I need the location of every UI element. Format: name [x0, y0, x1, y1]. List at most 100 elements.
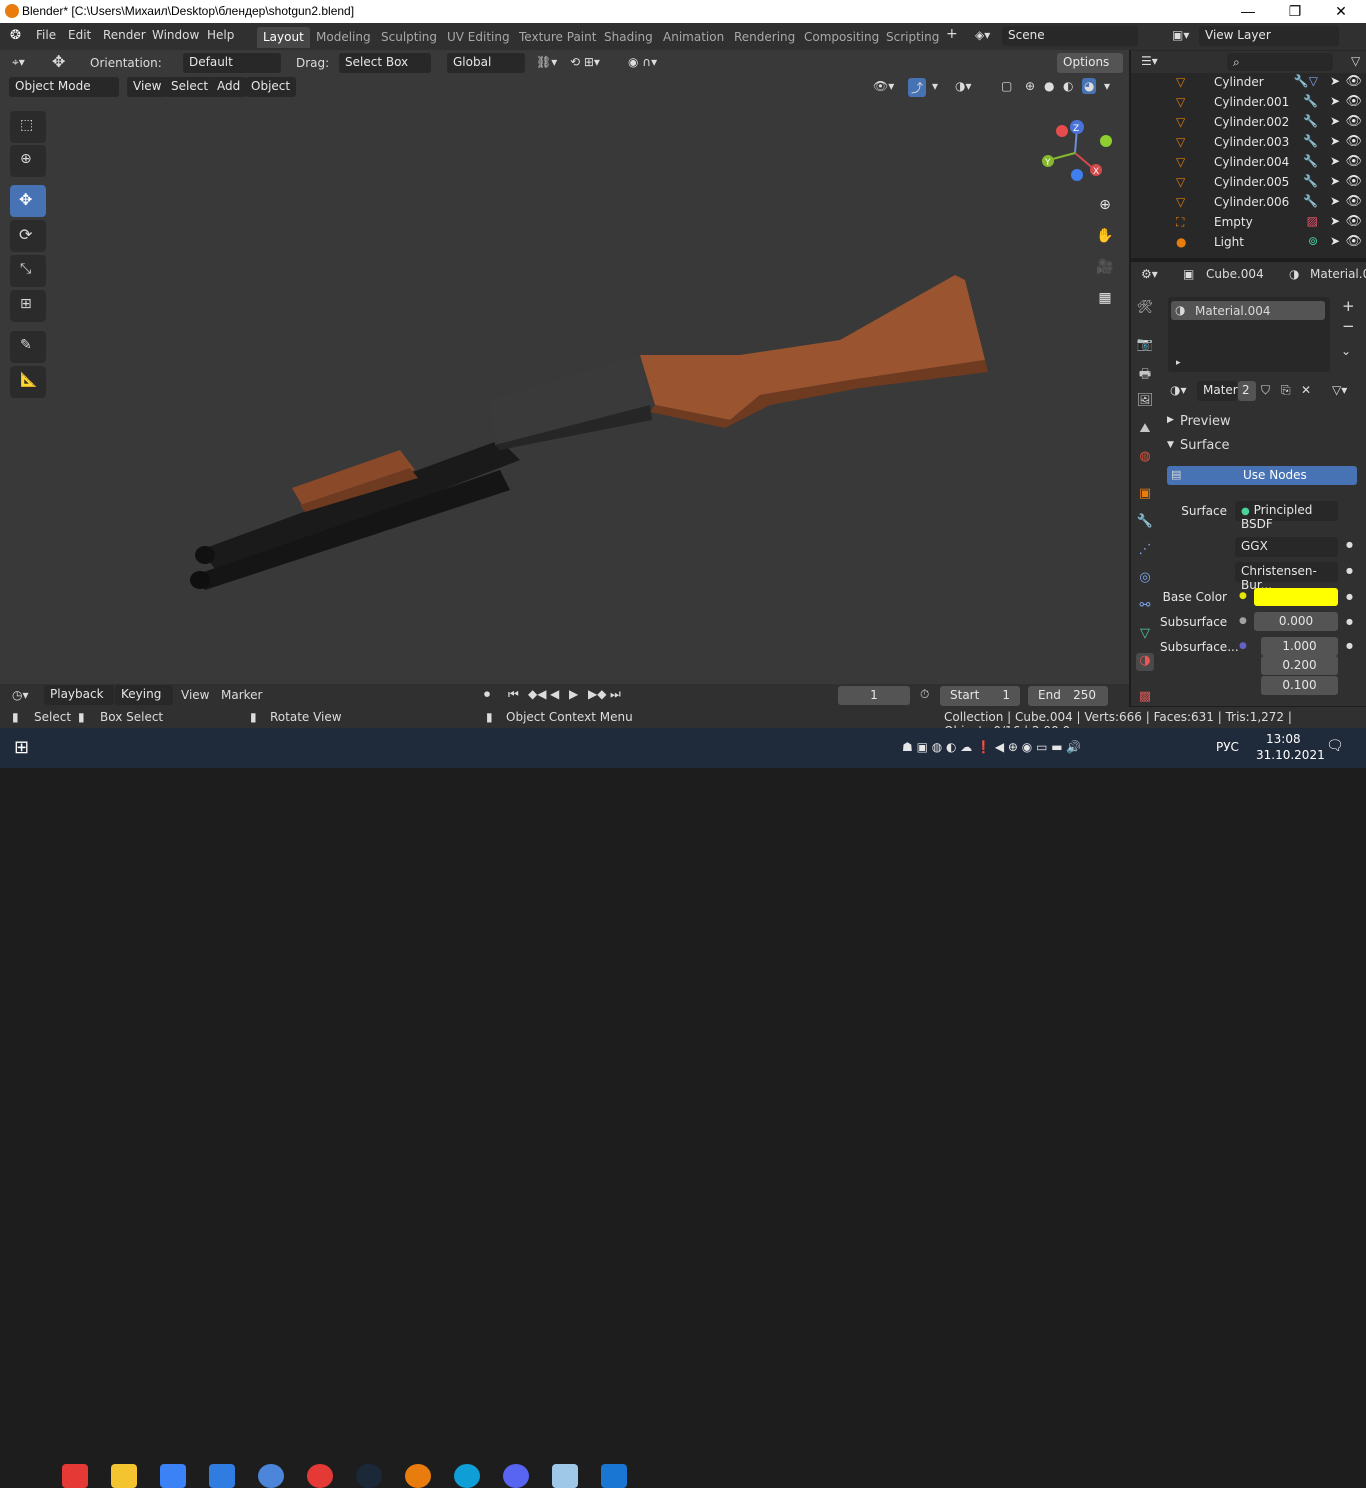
- menu-edit[interactable]: Edit: [68, 28, 91, 42]
- drag-dropdown[interactable]: Select Box: [339, 53, 431, 73]
- qbittorrent-icon[interactable]: [258, 1464, 284, 1488]
- scene-selector[interactable]: Scene: [1002, 26, 1138, 46]
- scene-tab-icon[interactable]: ⛰: [1136, 421, 1154, 439]
- zoom-icon[interactable]: ⊕: [1092, 192, 1118, 218]
- eye-icon[interactable]: 👁: [1345, 194, 1362, 209]
- camera-view-icon[interactable]: 🎥: [1092, 254, 1118, 280]
- link-dropdown-icon[interactable]: ▽▾: [1332, 383, 1347, 397]
- cursor-tool[interactable]: ⊕: [10, 145, 46, 177]
- pivot-icon[interactable]: ⛓▾: [536, 55, 557, 69]
- constraints-tab-icon[interactable]: ⚯: [1136, 598, 1154, 616]
- timer-icon[interactable]: ⏱: [920, 687, 929, 702]
- media-player-icon[interactable]: [307, 1464, 333, 1488]
- solid-shading-icon[interactable]: ●: [1044, 79, 1054, 93]
- outliner-row[interactable]: ▽ Cylinder.003 🔧 ➤ 👁: [1176, 132, 1366, 152]
- jump-end-button[interactable]: ⏭: [610, 687, 621, 702]
- slot-specials-icon[interactable]: ⌄: [1341, 344, 1351, 358]
- system-tray-icons[interactable]: ☗ ▣ ◍ ◐ ☁ ❗ ◀ ⊕ ◉ ▭ ▬ 🔊: [902, 740, 1081, 754]
- outliner-row[interactable]: ▽ Cylinder.002 🔧 ➤ 👁: [1176, 112, 1366, 132]
- blender-menu-icon[interactable]: ❂: [10, 28, 21, 43]
- next-keyframe-button[interactable]: ▶◆: [588, 687, 606, 701]
- playback-menu[interactable]: Playback: [44, 685, 114, 705]
- timeline-view-menu[interactable]: View: [181, 688, 209, 702]
- outliner-row[interactable]: ▽ Cylinder.004 🔧 ➤ 👁: [1176, 152, 1366, 172]
- measure-tool[interactable]: 📐: [10, 366, 46, 398]
- keyframe-dot-icon[interactable]: ●: [1346, 540, 1353, 549]
- surface-panel-header[interactable]: Surface: [1180, 438, 1230, 453]
- eye-icon[interactable]: 👁: [1345, 154, 1362, 169]
- fake-user-icon[interactable]: ⛉: [1261, 383, 1270, 398]
- gizmo-toggle-icon[interactable]: ⤴: [908, 78, 927, 97]
- rendered-shading-icon[interactable]: ◕: [1082, 78, 1097, 94]
- use-nodes-button[interactable]: ▤ Use Nodes: [1167, 466, 1357, 485]
- discord-icon[interactable]: [503, 1464, 529, 1488]
- current-frame-field[interactable]: 1: [838, 686, 910, 705]
- record-button[interactable]: ⏺: [484, 687, 490, 702]
- select-arrow-icon[interactable]: ➤: [1330, 194, 1340, 208]
- menu-view[interactable]: View: [127, 77, 168, 97]
- keyframe-dot-icon[interactable]: ●: [1346, 617, 1353, 626]
- modifier-tab-icon[interactable]: 🔧: [1136, 514, 1154, 532]
- add-slot-button[interactable]: +: [1342, 297, 1355, 315]
- tab-sculpting[interactable]: Sculpting: [375, 27, 443, 48]
- move-tool[interactable]: ✥: [10, 185, 46, 217]
- outliner-row[interactable]: ⛶ Empty ▨ ➤ 👁: [1176, 212, 1366, 232]
- clock-date[interactable]: 31.10.2021: [1256, 748, 1325, 762]
- output-tab-icon[interactable]: 🖶: [1136, 365, 1154, 383]
- data-tab-icon[interactable]: ▽: [1136, 626, 1154, 644]
- select-arrow-icon[interactable]: ➤: [1330, 154, 1340, 168]
- physics-tab-icon[interactable]: ◎: [1136, 570, 1154, 588]
- select-arrow-icon[interactable]: ➤: [1330, 214, 1340, 228]
- select-arrow-icon[interactable]: ➤: [1330, 234, 1340, 248]
- eye-icon[interactable]: 👁: [1345, 74, 1362, 89]
- play-reverse-button[interactable]: ◀: [550, 687, 559, 701]
- outliner-row[interactable]: ▽ Cylinder.005 🔧 ➤ 👁: [1176, 172, 1366, 192]
- menu-help[interactable]: Help: [207, 28, 234, 42]
- scale-tool[interactable]: ⤡: [10, 255, 46, 287]
- eye-icon[interactable]: 👁: [1345, 134, 1362, 149]
- menu-window[interactable]: Window: [152, 28, 199, 42]
- 3d-viewport[interactable]: [0, 50, 1129, 684]
- eye-icon[interactable]: 👁: [1345, 94, 1362, 109]
- wireframe-shading-icon[interactable]: ⊕: [1025, 79, 1035, 93]
- prev-keyframe-button[interactable]: ◆◀: [528, 687, 546, 701]
- eye-icon[interactable]: 👁: [1345, 174, 1362, 189]
- unlink-material-icon[interactable]: ✕: [1301, 383, 1311, 397]
- navigation-gizmo[interactable]: Z X Y: [1035, 115, 1120, 190]
- tab-shading[interactable]: Shading: [598, 27, 659, 48]
- duplicate-material-icon[interactable]: ⎘: [1281, 383, 1291, 398]
- file-explorer-icon[interactable]: [111, 1464, 137, 1488]
- annotate-tool[interactable]: ✎: [10, 331, 46, 363]
- blender-taskbar-icon[interactable]: [405, 1464, 431, 1488]
- transform-orientation-dropdown[interactable]: Global: [447, 53, 525, 73]
- add-workspace-button[interactable]: +: [946, 26, 958, 42]
- subsurface-value-field[interactable]: 0.000: [1254, 612, 1338, 631]
- outliner-row[interactable]: ▽ Cylinder 🔧▽ ➤ 👁: [1176, 72, 1366, 92]
- edge-icon[interactable]: [454, 1464, 480, 1488]
- mode-dropdown[interactable]: Object Mode: [9, 77, 119, 97]
- view-layer-tab-icon[interactable]: 🖼: [1136, 393, 1154, 411]
- notification-icon[interactable]: 🗨: [1326, 738, 1344, 754]
- view-layer-selector[interactable]: View Layer: [1199, 26, 1339, 46]
- properties-editor-icon[interactable]: ⚙▾: [1141, 267, 1158, 281]
- texture-tab-icon[interactable]: ▩: [1136, 689, 1154, 707]
- mail-icon[interactable]: [209, 1464, 235, 1488]
- transform-tool[interactable]: ⊞: [10, 290, 46, 322]
- menu-select[interactable]: Select: [165, 77, 215, 97]
- menu-render[interactable]: Render: [103, 28, 146, 42]
- jump-start-button[interactable]: ⏮: [508, 687, 519, 702]
- material-tab-icon[interactable]: ◑: [1136, 653, 1154, 671]
- windows-start-icon[interactable]: ⊞: [14, 737, 29, 758]
- outliner-row[interactable]: ● Light ⊚ ➤ 👁: [1176, 232, 1366, 252]
- outliner-search-input[interactable]: ⌕: [1227, 53, 1333, 71]
- browse-material-icon[interactable]: ◑▾: [1170, 383, 1187, 397]
- surface-collapse-icon[interactable]: ▼: [1167, 440, 1174, 450]
- orientation-dropdown[interactable]: Default: [183, 53, 281, 73]
- keyframe-dot-icon[interactable]: ●: [1346, 592, 1353, 601]
- tab-modeling[interactable]: Modeling: [310, 27, 377, 48]
- visibility-icon[interactable]: 👁▾: [873, 79, 894, 93]
- tab-animation[interactable]: Animation: [657, 27, 730, 48]
- radius-x-field[interactable]: 1.000: [1261, 637, 1338, 656]
- menu-add[interactable]: Add: [211, 77, 247, 97]
- photos-icon[interactable]: [601, 1464, 627, 1488]
